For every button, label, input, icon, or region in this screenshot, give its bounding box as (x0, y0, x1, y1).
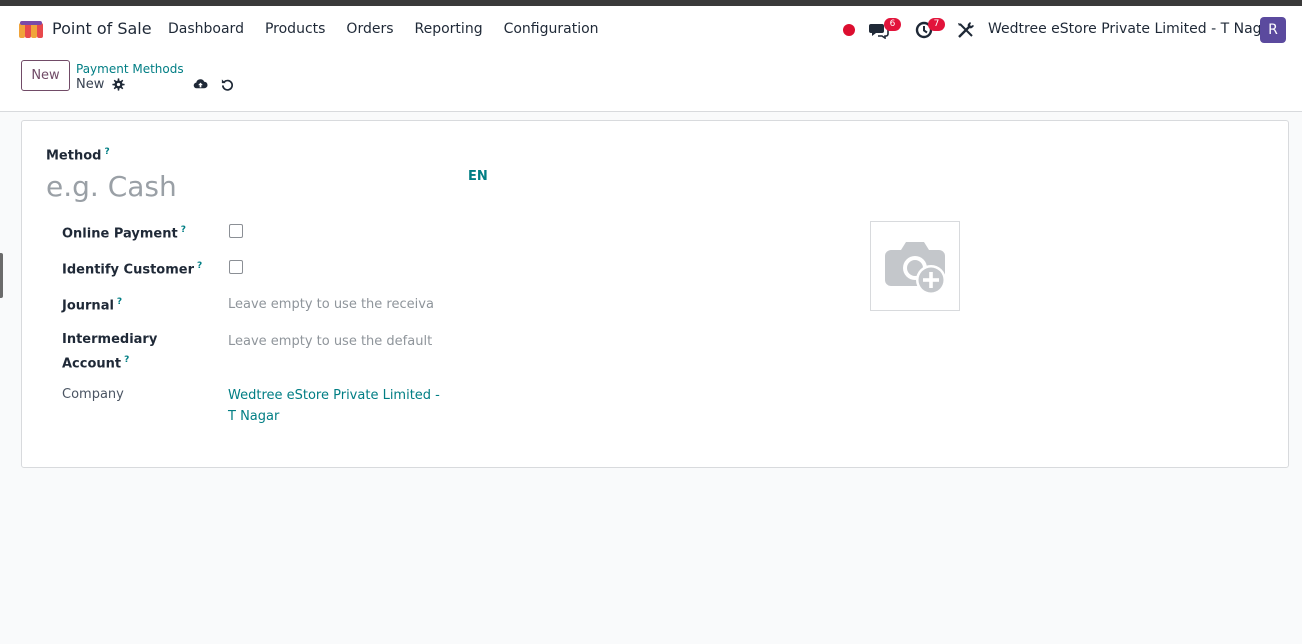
online-payment-checkbox[interactable] (229, 224, 243, 238)
method-help-icon[interactable]: ? (104, 147, 109, 157)
journal-label: Journal? (62, 297, 123, 314)
pos-store-icon[interactable] (18, 20, 44, 40)
breadcrumb-payment-methods[interactable]: Payment Methods (76, 62, 184, 76)
menu-configuration[interactable]: Configuration (504, 21, 599, 37)
intermediary-account-help-icon[interactable]: ? (124, 355, 129, 365)
image-upload[interactable] (870, 221, 960, 311)
undo-icon[interactable] (220, 77, 235, 92)
menu-dashboard[interactable]: Dashboard (168, 21, 244, 37)
breadcrumb-current: New (76, 77, 105, 92)
user-avatar[interactable]: R (1260, 17, 1286, 43)
activities-badge: 7 (928, 18, 945, 31)
cloud-upload-icon[interactable] (193, 77, 208, 92)
method-label: Method? (46, 147, 110, 164)
form-sheet: Method? EN Online Payment? Identify Cust… (21, 120, 1289, 468)
intermediary-account-label: Intermediary Account? (62, 332, 158, 372)
app-name[interactable]: Point of Sale (52, 19, 152, 38)
online-payment-help-icon[interactable]: ? (181, 225, 186, 235)
control-panel: New Payment Methods New (0, 54, 1302, 112)
gear-icon[interactable] (112, 78, 125, 91)
identify-customer-checkbox[interactable] (229, 260, 243, 274)
online-payment-label: Online Payment? (62, 225, 186, 242)
messages-badge: 6 (884, 18, 901, 31)
tools-icon[interactable] (956, 21, 976, 39)
journal-input[interactable] (228, 294, 433, 314)
company-label: Company (62, 387, 124, 402)
language-button[interactable]: EN (468, 169, 488, 184)
menu-products[interactable]: Products (265, 21, 325, 37)
intermediary-account-input[interactable] (228, 331, 433, 351)
identify-customer-help-icon[interactable]: ? (197, 261, 202, 271)
left-edge-handle (0, 253, 3, 298)
main-navbar: Point of Sale Dashboard Products Orders … (0, 6, 1302, 54)
menu-orders[interactable]: Orders (346, 21, 393, 37)
company-field-link[interactable]: Wedtree eStore Private Limited - T Nagar (228, 385, 443, 427)
method-name-input[interactable] (46, 167, 436, 205)
journal-help-icon[interactable]: ? (117, 297, 122, 307)
company-switcher[interactable]: Wedtree eStore Private Limited - T Nagar (988, 21, 1276, 37)
menu-reporting[interactable]: Reporting (415, 21, 483, 37)
main-menu: Dashboard Products Orders Reporting Conf… (168, 21, 620, 37)
identify-customer-label: Identify Customer? (62, 261, 203, 278)
new-button[interactable]: New (21, 60, 70, 91)
camera-plus-icon (885, 242, 946, 295)
record-dot-icon[interactable] (843, 24, 855, 36)
